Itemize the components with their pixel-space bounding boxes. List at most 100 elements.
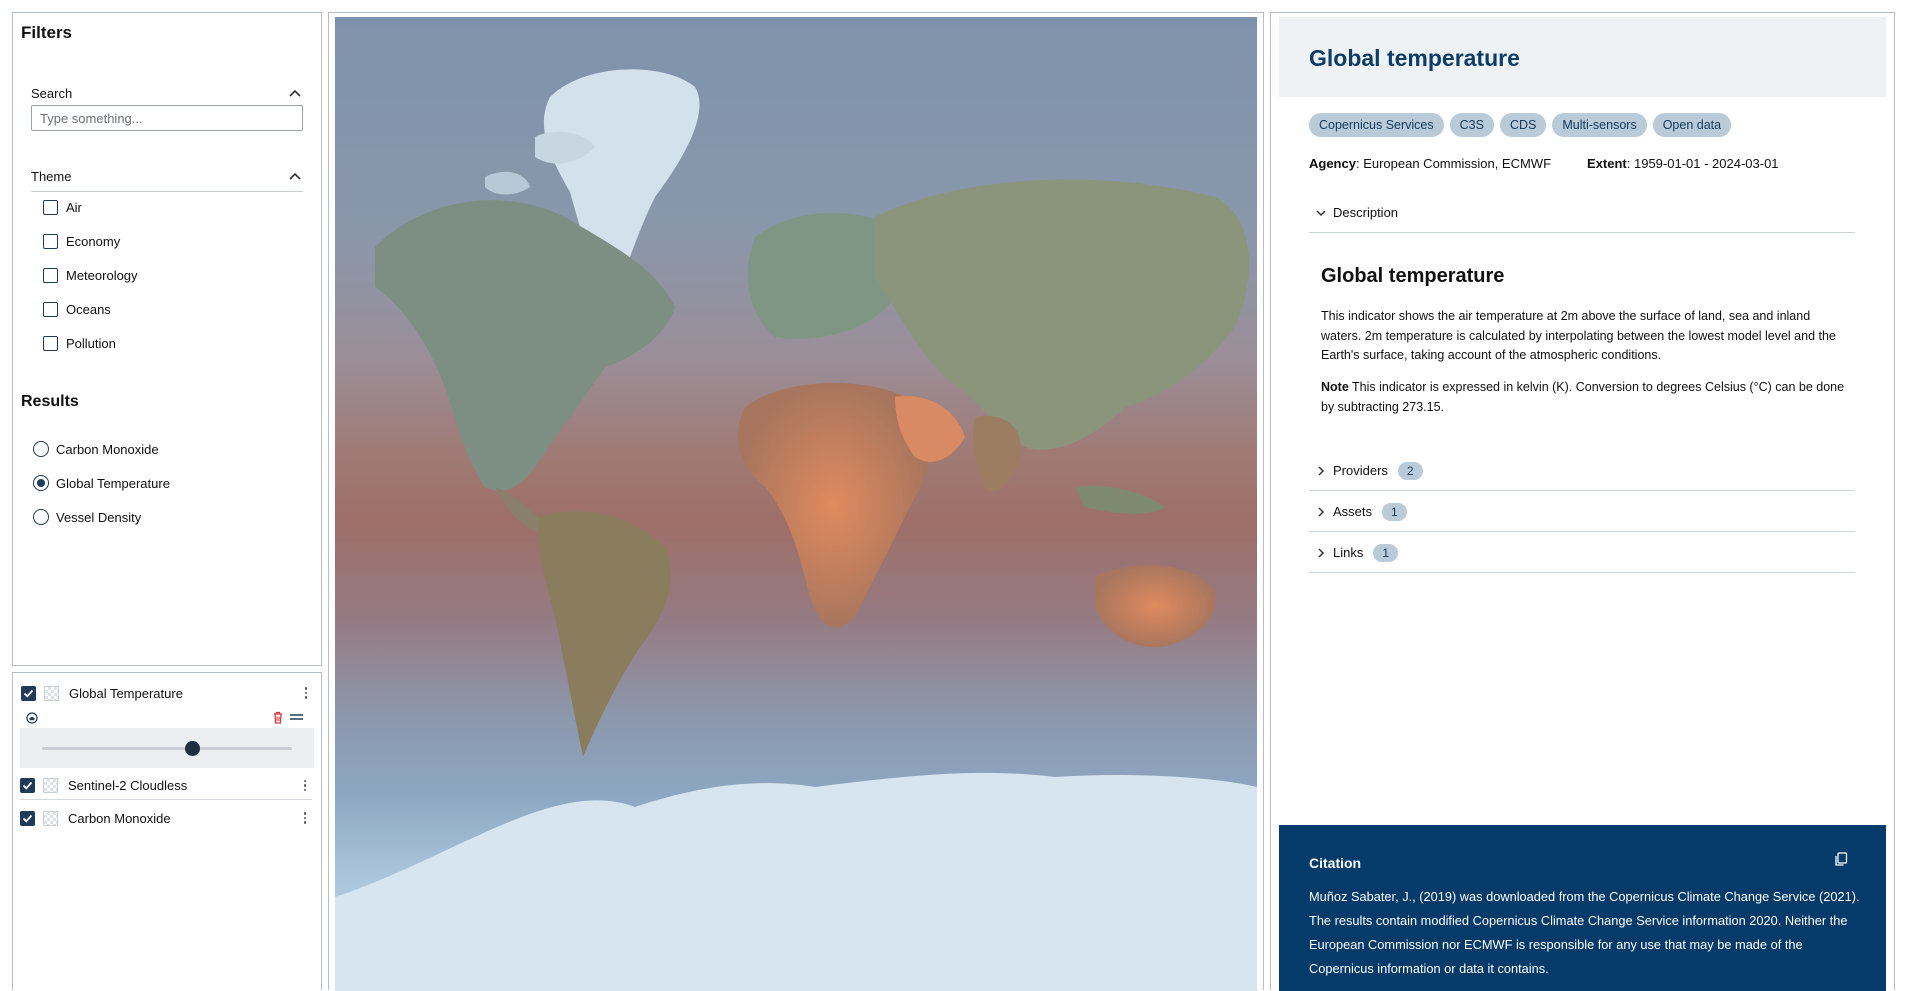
checkbox[interactable] bbox=[43, 199, 58, 215]
radio-button[interactable] bbox=[33, 475, 49, 491]
tag[interactable]: Open data bbox=[1652, 113, 1732, 137]
copy-icon[interactable] bbox=[1833, 851, 1849, 867]
result-label: Global Temperature bbox=[56, 475, 170, 491]
checkbox[interactable] bbox=[43, 233, 58, 249]
world-map-image bbox=[335, 69, 1257, 991]
theme-item-economy[interactable]: Economy bbox=[43, 231, 120, 251]
chevron-right-icon bbox=[1318, 547, 1325, 558]
chevron-up-icon bbox=[289, 89, 301, 97]
layer-label: Sentinel-2 Cloudless bbox=[68, 778, 188, 793]
links-accordion-header[interactable]: Links 1 bbox=[1309, 533, 1855, 573]
citation-title: Citation bbox=[1309, 855, 1362, 871]
layer-thumbnail bbox=[44, 685, 59, 701]
chevron-right-icon bbox=[1318, 506, 1325, 517]
assets-count-badge: 1 bbox=[1382, 502, 1407, 521]
search-input[interactable] bbox=[31, 105, 303, 131]
note-label: Note bbox=[1321, 380, 1349, 394]
filters-panel: Filters Search Theme Air Economy Meteoro… bbox=[12, 12, 322, 666]
agency-label: Agency bbox=[1309, 156, 1356, 171]
assets-accordion-header[interactable]: Assets 1 bbox=[1309, 492, 1855, 532]
providers-accordion-header[interactable]: Providers 2 bbox=[1309, 451, 1855, 491]
tag[interactable]: CDS bbox=[1499, 113, 1547, 137]
drag-handle-icon[interactable] bbox=[290, 712, 303, 722]
description-title: Global temperature bbox=[1321, 265, 1505, 287]
more-vertical-icon[interactable] bbox=[299, 687, 313, 699]
theme-item-pollution[interactable]: Pollution bbox=[43, 333, 116, 353]
checkbox[interactable] bbox=[43, 335, 58, 351]
theme-section-header[interactable]: Theme bbox=[31, 162, 303, 192]
more-vertical-icon[interactable] bbox=[298, 779, 312, 792]
detail-header: Global temperature bbox=[1279, 17, 1886, 97]
extent-value: : 1959-01-01 - 2024-03-01 bbox=[1626, 156, 1779, 171]
tag-list: Copernicus Services C3S CDS Multi-sensor… bbox=[1309, 113, 1732, 137]
map-frame bbox=[328, 12, 1264, 991]
note-text: This indicator is expressed in kelvin (K… bbox=[1321, 380, 1845, 414]
providers-count-badge: 2 bbox=[1397, 461, 1423, 480]
radio-button[interactable] bbox=[33, 441, 49, 457]
south-america-shape bbox=[538, 511, 671, 757]
antarctica-shape bbox=[335, 772, 1257, 991]
result-item-global-temperature[interactable]: Global Temperature bbox=[33, 473, 170, 493]
opacity-slider-track[interactable] bbox=[42, 747, 292, 750]
description-note: Note This indicator is expressed in kelv… bbox=[1321, 378, 1846, 417]
layer-row-sentinel-2-cloudless[interactable]: Sentinel-2 Cloudless bbox=[20, 772, 312, 800]
layer-visibility-checkbox[interactable] bbox=[20, 810, 35, 826]
tag[interactable]: C3S bbox=[1449, 113, 1494, 137]
checkbox[interactable] bbox=[43, 301, 58, 317]
search-section-label: Search bbox=[31, 86, 73, 101]
layer-label: Global Temperature bbox=[69, 685, 183, 701]
layer-tools bbox=[8, 708, 303, 728]
layer-thumbnail bbox=[43, 778, 58, 793]
theme-label: Pollution bbox=[66, 335, 116, 351]
extent-label: Extent bbox=[1587, 156, 1627, 171]
layer-visibility-checkbox[interactable] bbox=[21, 685, 36, 701]
chevron-up-icon bbox=[289, 172, 301, 180]
description-text: This indicator shows the air temperature… bbox=[1321, 309, 1836, 362]
layer-visibility-checkbox[interactable] bbox=[20, 778, 35, 793]
description-accordion-header[interactable]: Description bbox=[1309, 193, 1855, 233]
layer-row-carbon-monoxide[interactable]: Carbon Monoxide bbox=[20, 804, 312, 832]
links-count-badge: 1 bbox=[1373, 543, 1399, 562]
chevron-down-icon bbox=[1316, 209, 1326, 216]
theme-item-meteorology[interactable]: Meteorology bbox=[43, 265, 138, 285]
citation-text: Muñoz Sabater, J., (2019) was downloaded… bbox=[1309, 889, 1860, 976]
delete-icon[interactable] bbox=[272, 711, 284, 724]
detail-panel: Global temperature Copernicus Services C… bbox=[1270, 12, 1895, 991]
assets-label: Assets bbox=[1333, 504, 1373, 519]
tag[interactable]: Multi-sensors bbox=[1552, 113, 1647, 137]
checkbox[interactable] bbox=[43, 267, 58, 283]
check-icon bbox=[22, 781, 33, 790]
meta-row: Agency: European Commission, ECMWF Exten… bbox=[1309, 156, 1779, 171]
layer-thumbnail bbox=[43, 810, 58, 826]
opacity-control bbox=[20, 728, 314, 768]
result-item-carbon-monoxide[interactable]: Carbon Monoxide bbox=[33, 439, 159, 459]
radio-selected-dot bbox=[37, 479, 45, 487]
result-item-vessel-density[interactable]: Vessel Density bbox=[33, 507, 141, 527]
map-canvas[interactable] bbox=[335, 17, 1257, 991]
result-label: Vessel Density bbox=[56, 509, 142, 525]
theme-label: Air bbox=[66, 199, 82, 215]
providers-label: Providers bbox=[1333, 463, 1388, 478]
opacity-icon[interactable] bbox=[26, 712, 38, 724]
agency-info: Agency: European Commission, ECMWF bbox=[1309, 156, 1551, 171]
description-label: Description bbox=[1333, 205, 1399, 220]
opacity-slider-thumb[interactable] bbox=[184, 741, 200, 756]
links-label: Links bbox=[1333, 545, 1364, 560]
tag[interactable]: Copernicus Services bbox=[1309, 113, 1444, 137]
theme-label: Meteorology bbox=[66, 267, 138, 283]
australia-shape bbox=[1095, 565, 1216, 648]
more-vertical-icon[interactable] bbox=[298, 812, 312, 824]
radio-button[interactable] bbox=[33, 509, 49, 525]
chevron-right-icon bbox=[1318, 465, 1325, 476]
extent-info: Extent: 1959-01-01 - 2024-03-01 bbox=[1587, 156, 1779, 171]
result-label: Carbon Monoxide bbox=[56, 441, 159, 457]
check-icon bbox=[23, 689, 34, 698]
theme-item-oceans[interactable]: Oceans bbox=[43, 299, 111, 319]
theme-item-air[interactable]: Air bbox=[43, 197, 82, 217]
detail-title: Global temperature bbox=[1309, 45, 1520, 71]
theme-section-label: Theme bbox=[31, 169, 72, 184]
layer-row-global-temperature[interactable]: Global Temperature bbox=[21, 679, 313, 707]
check-icon bbox=[22, 814, 33, 823]
theme-label: Economy bbox=[66, 233, 121, 249]
layer-label: Carbon Monoxide bbox=[68, 810, 171, 826]
